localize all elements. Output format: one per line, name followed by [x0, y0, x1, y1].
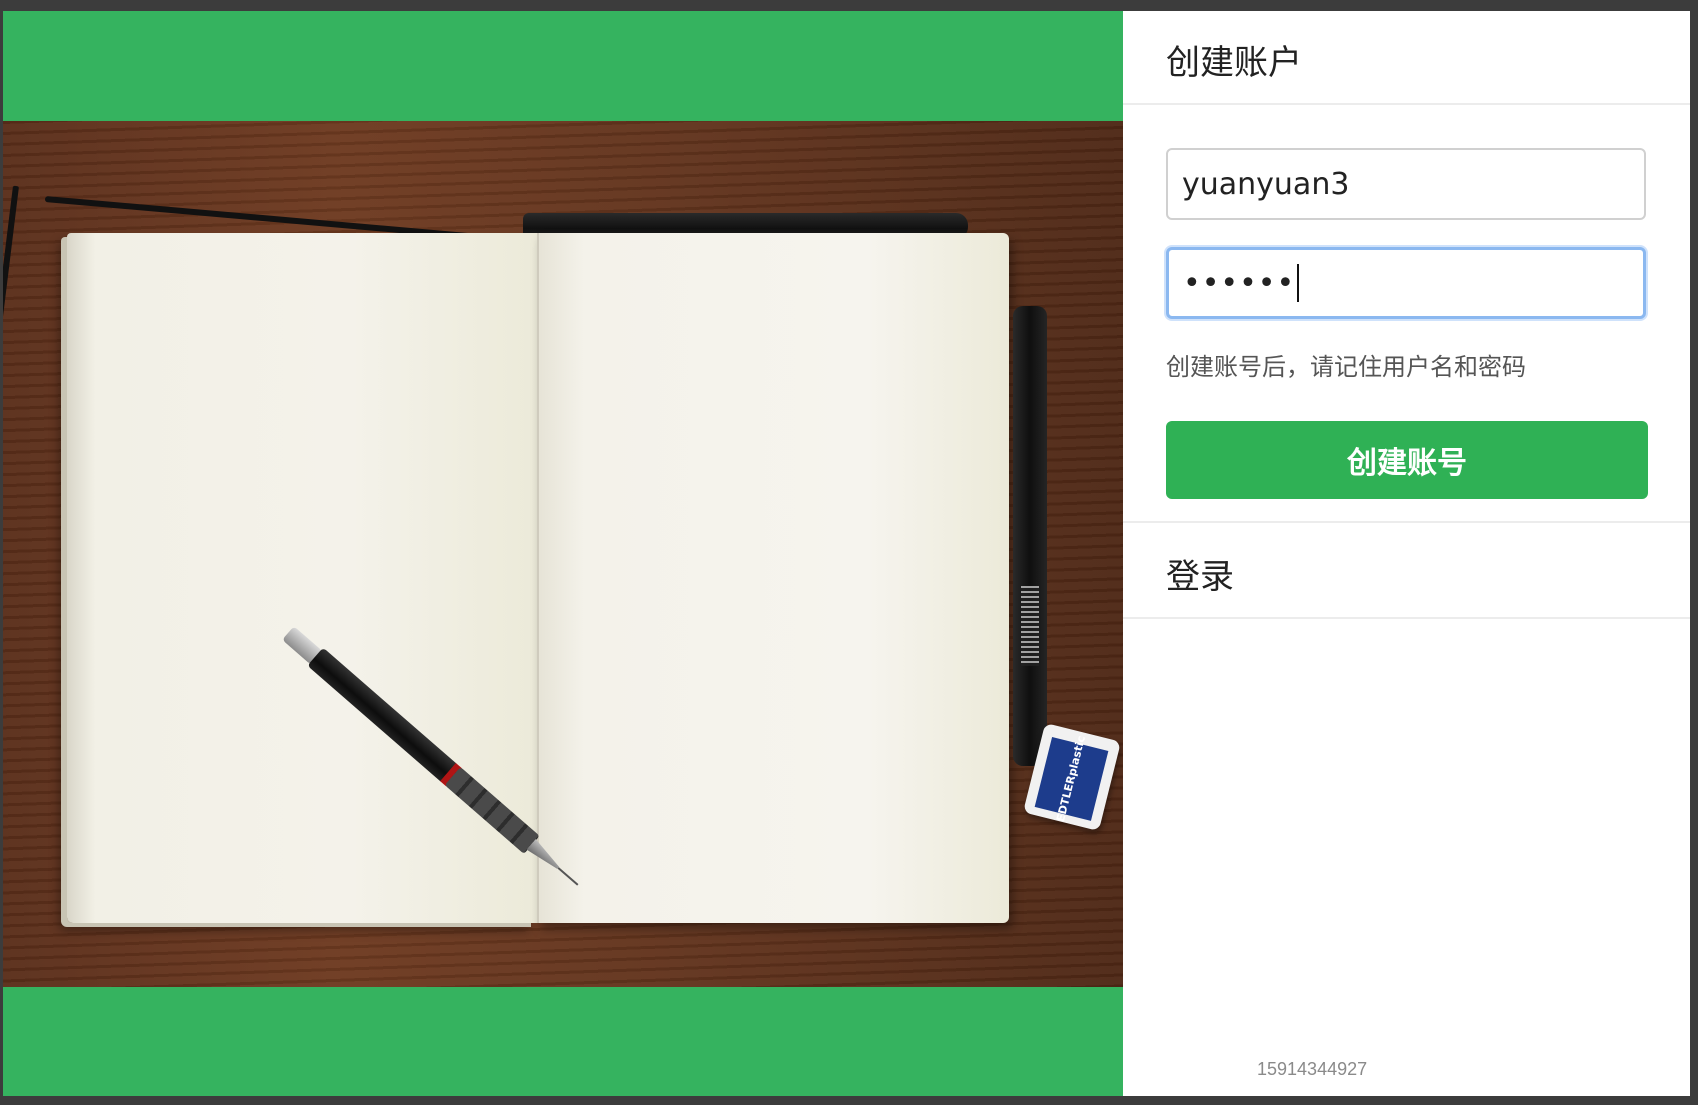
bookmark-ribbon-tail	[3, 185, 19, 658]
screen: EDTLER plastic 创建账户 yuanyuan3 •••••• 创建账…	[0, 0, 1698, 1105]
text-caret	[1297, 264, 1300, 302]
notebook-photo: EDTLER plastic	[3, 121, 1123, 987]
username-input[interactable]: yuanyuan3	[1166, 148, 1646, 220]
password-value: ••••••	[1183, 265, 1296, 301]
notebook-left-page	[67, 233, 537, 923]
fineliner-pen-right	[1013, 306, 1047, 766]
auth-panel: 创建账户 yuanyuan3 •••••• 创建账号后，请记住用户名和密码 创建…	[1123, 11, 1690, 1096]
create-account-button[interactable]: 创建账号	[1166, 421, 1648, 499]
login-title: 登录	[1166, 557, 1234, 597]
notebook-spine	[537, 233, 539, 923]
hero-panel: EDTLER plastic	[3, 11, 1123, 1096]
eraser-sub: plastic	[1065, 734, 1088, 778]
eraser-brand: EDTLER	[1053, 774, 1079, 824]
eraser-label: EDTLER plastic	[1034, 734, 1109, 824]
open-notebook	[59, 233, 1009, 923]
account-hint: 创建账号后，请记住用户名和密码	[1166, 353, 1526, 381]
footer-phone: 15914344927	[1257, 1059, 1368, 1079]
login-section[interactable]: 登录	[1123, 521, 1690, 619]
create-account-title: 创建账户	[1166, 43, 1302, 83]
notebook-right-page	[537, 233, 1009, 923]
password-input[interactable]: ••••••	[1166, 247, 1646, 319]
create-account-header[interactable]: 创建账户	[1123, 11, 1690, 105]
username-value: yuanyuan3	[1182, 166, 1350, 202]
pencil-lead	[557, 867, 579, 886]
